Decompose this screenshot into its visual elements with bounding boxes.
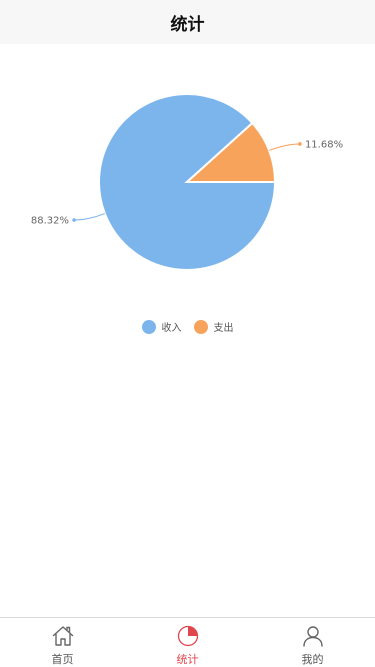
page-title: 统计 [170,14,205,35]
legend-label-income: 收入 [161,323,182,334]
pie-chart-svg: 88.32% 11.68% [31,93,343,271]
chart-legend: 收入 支出 [0,319,375,334]
pie-chart-icon [177,625,198,647]
tab-home-label: 首页 [51,653,74,666]
data-label-income: 88.32% [31,216,69,227]
user-icon [302,626,323,647]
pie-chart: 88.32% 11.68% [0,44,375,364]
legend-item-expense[interactable]: 支出 [193,319,234,334]
legend-item-income[interactable]: 收入 [141,319,182,334]
tab-stats[interactable]: 统计 [125,618,250,667]
leader-dot-expense [298,142,302,146]
leader-dot-income [72,218,76,222]
tab-mine-label: 我的 [301,653,324,666]
nav-bar: 统计 [0,0,375,44]
tab-bar: 首页 统计 我的 [0,617,375,667]
legend-dot-expense [193,319,208,334]
leader-line-expense [268,143,300,151]
tab-stats-label: 统计 [176,653,199,666]
data-label-expense: 11.68% [305,139,343,150]
legend-label-expense: 支出 [213,323,234,334]
leader-line-income [74,213,106,221]
tab-mine[interactable]: 我的 [250,618,375,667]
home-icon [52,626,73,646]
legend-dot-income [141,319,156,334]
tab-home[interactable]: 首页 [0,618,125,667]
